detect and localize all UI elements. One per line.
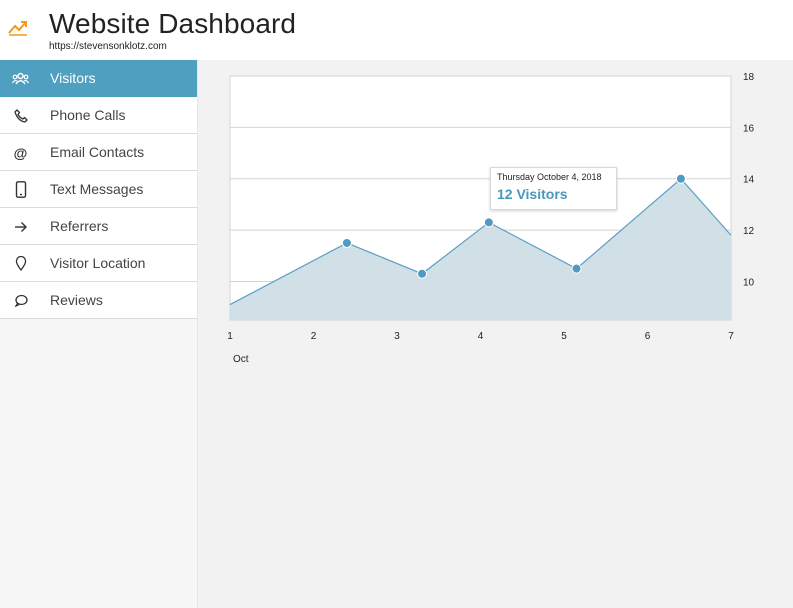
sidebar-item-label: Phone Calls <box>50 107 126 123</box>
sidebar-item-label: Email Contacts <box>50 144 145 160</box>
sidebar-item-label: Reviews <box>50 292 103 308</box>
sidebar-item-reviews[interactable]: Reviews <box>0 282 197 319</box>
x-tick-label: 2 <box>311 331 317 342</box>
sidebar-item-label: Text Messages <box>50 181 144 197</box>
data-point <box>341 237 352 248</box>
sidebar-item-phone-calls[interactable]: Phone Calls <box>0 97 197 134</box>
chat-bubble-icon <box>12 292 29 309</box>
sidebar-item-visitors[interactable]: Visitors <box>0 60 197 97</box>
sidebar-item-visitor-location[interactable]: Visitor Location <box>0 245 197 282</box>
map-pin-icon <box>12 255 29 272</box>
data-point <box>571 263 582 274</box>
tooltip-date: Thursday October 4, 2018 <box>497 172 602 182</box>
sidebar-item-label: Referrers <box>50 218 109 234</box>
y-tick-label: 14 <box>743 175 755 186</box>
arrow-right-icon <box>12 218 29 235</box>
phone-icon <box>12 107 29 124</box>
y-tick-label: 12 <box>743 226 755 237</box>
chart-tooltip: Thursday October 4, 2018 12 Visitors <box>490 167 617 210</box>
x-tick-label: 6 <box>645 331 651 342</box>
data-point <box>417 268 428 279</box>
sidebar-item-text-messages[interactable]: Text Messages <box>0 171 197 208</box>
sidebar-item-label: Visitor Location <box>50 255 146 271</box>
users-icon <box>12 70 29 87</box>
x-tick-label: 7 <box>728 331 734 342</box>
visitors-chart[interactable]: 10121416181 2 3 4 5 6 7Oct <box>198 60 793 380</box>
mobile-icon <box>12 181 29 198</box>
y-tick-label: 10 <box>743 277 755 288</box>
at-icon: @ <box>13 144 28 161</box>
tooltip-value: 12 Visitors <box>497 186 568 202</box>
data-point <box>675 173 686 184</box>
trending-up-icon <box>8 21 27 36</box>
page-title: Website Dashboard <box>49 8 297 39</box>
sidebar-item-referrers[interactable]: Referrers <box>0 208 197 245</box>
y-tick-label: 18 <box>743 72 755 83</box>
sidebar: Visitors Phone Calls @ Email Contacts Te… <box>0 60 198 608</box>
sidebar-item-email-contacts[interactable]: @ Email Contacts <box>0 134 197 171</box>
y-tick-label: 16 <box>743 123 755 134</box>
data-point <box>483 217 494 228</box>
main-panel: 10 12 14 16 18 1 2 3 4 5 6 7 Oct Thursday October 4,… <box>198 60 793 608</box>
x-tick-label: 3 <box>394 331 400 342</box>
header: Website Dashboard https://stevensonklotz… <box>0 0 793 60</box>
x-sublabel: Oct <box>233 354 249 365</box>
site-url: https://stevensonklotz.com <box>49 41 167 52</box>
x-tick-label: 5 <box>561 331 567 342</box>
x-tick-label: 1 <box>227 331 233 342</box>
sidebar-item-label: Visitors <box>50 70 96 86</box>
x-tick-label: 4 <box>478 331 484 342</box>
